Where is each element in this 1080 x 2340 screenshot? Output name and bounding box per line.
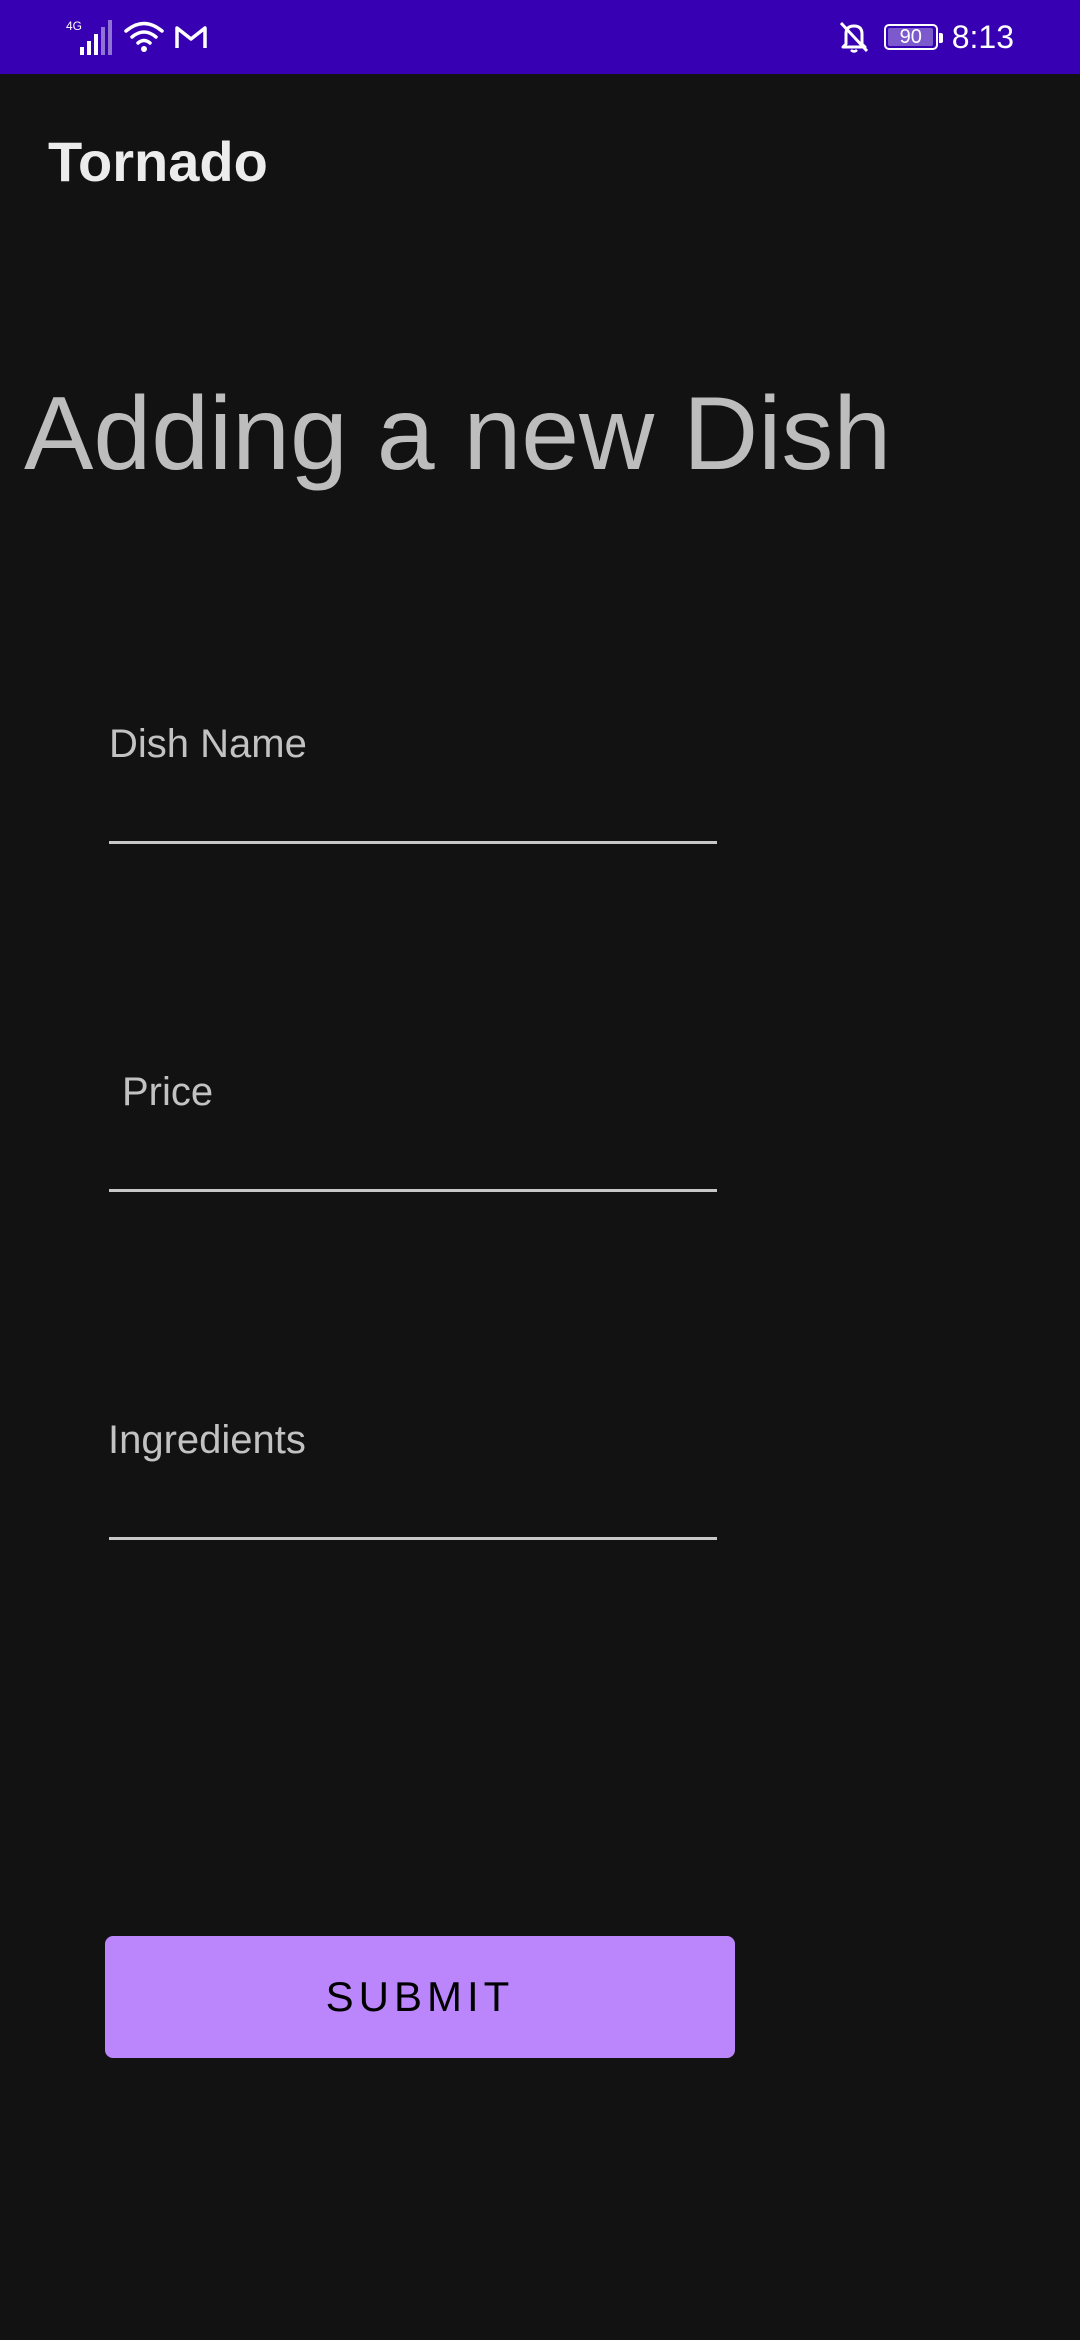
bell-off-icon: [839, 21, 868, 53]
status-bar-left: 4G: [66, 14, 208, 60]
signal-icon: 4G: [66, 19, 112, 55]
price-input[interactable]: [109, 1128, 717, 1192]
battery-icon: 90: [883, 24, 943, 50]
price-field: Price: [109, 1068, 717, 1236]
price-label: Price: [122, 1070, 214, 1114]
battery-tip: [938, 33, 943, 43]
wifi-icon: [124, 21, 164, 52]
submit-button[interactable]: SUBMIT: [105, 1936, 735, 2058]
ingredients-input[interactable]: [109, 1476, 717, 1540]
gmail-icon: [175, 26, 207, 48]
page-title: Adding a new Dish: [24, 376, 892, 492]
ingredients-field: Ingredients: [108, 1416, 717, 1584]
app-bar-title: Tornado: [48, 130, 268, 193]
battery-level: 90: [899, 26, 922, 48]
dish-name-field: Dish Name: [109, 720, 717, 888]
ingredients-label: Ingredients: [108, 1418, 306, 1462]
status-bar-right: 90 8:13: [838, 14, 1014, 60]
status-bar-time: 8:13: [951, 19, 1014, 55]
svg-text:4G: 4G: [66, 19, 82, 33]
dish-name-input[interactable]: [109, 780, 717, 844]
dish-name-label: Dish Name: [109, 722, 307, 766]
status-bar: 4G 90 8:13: [0, 0, 1080, 74]
